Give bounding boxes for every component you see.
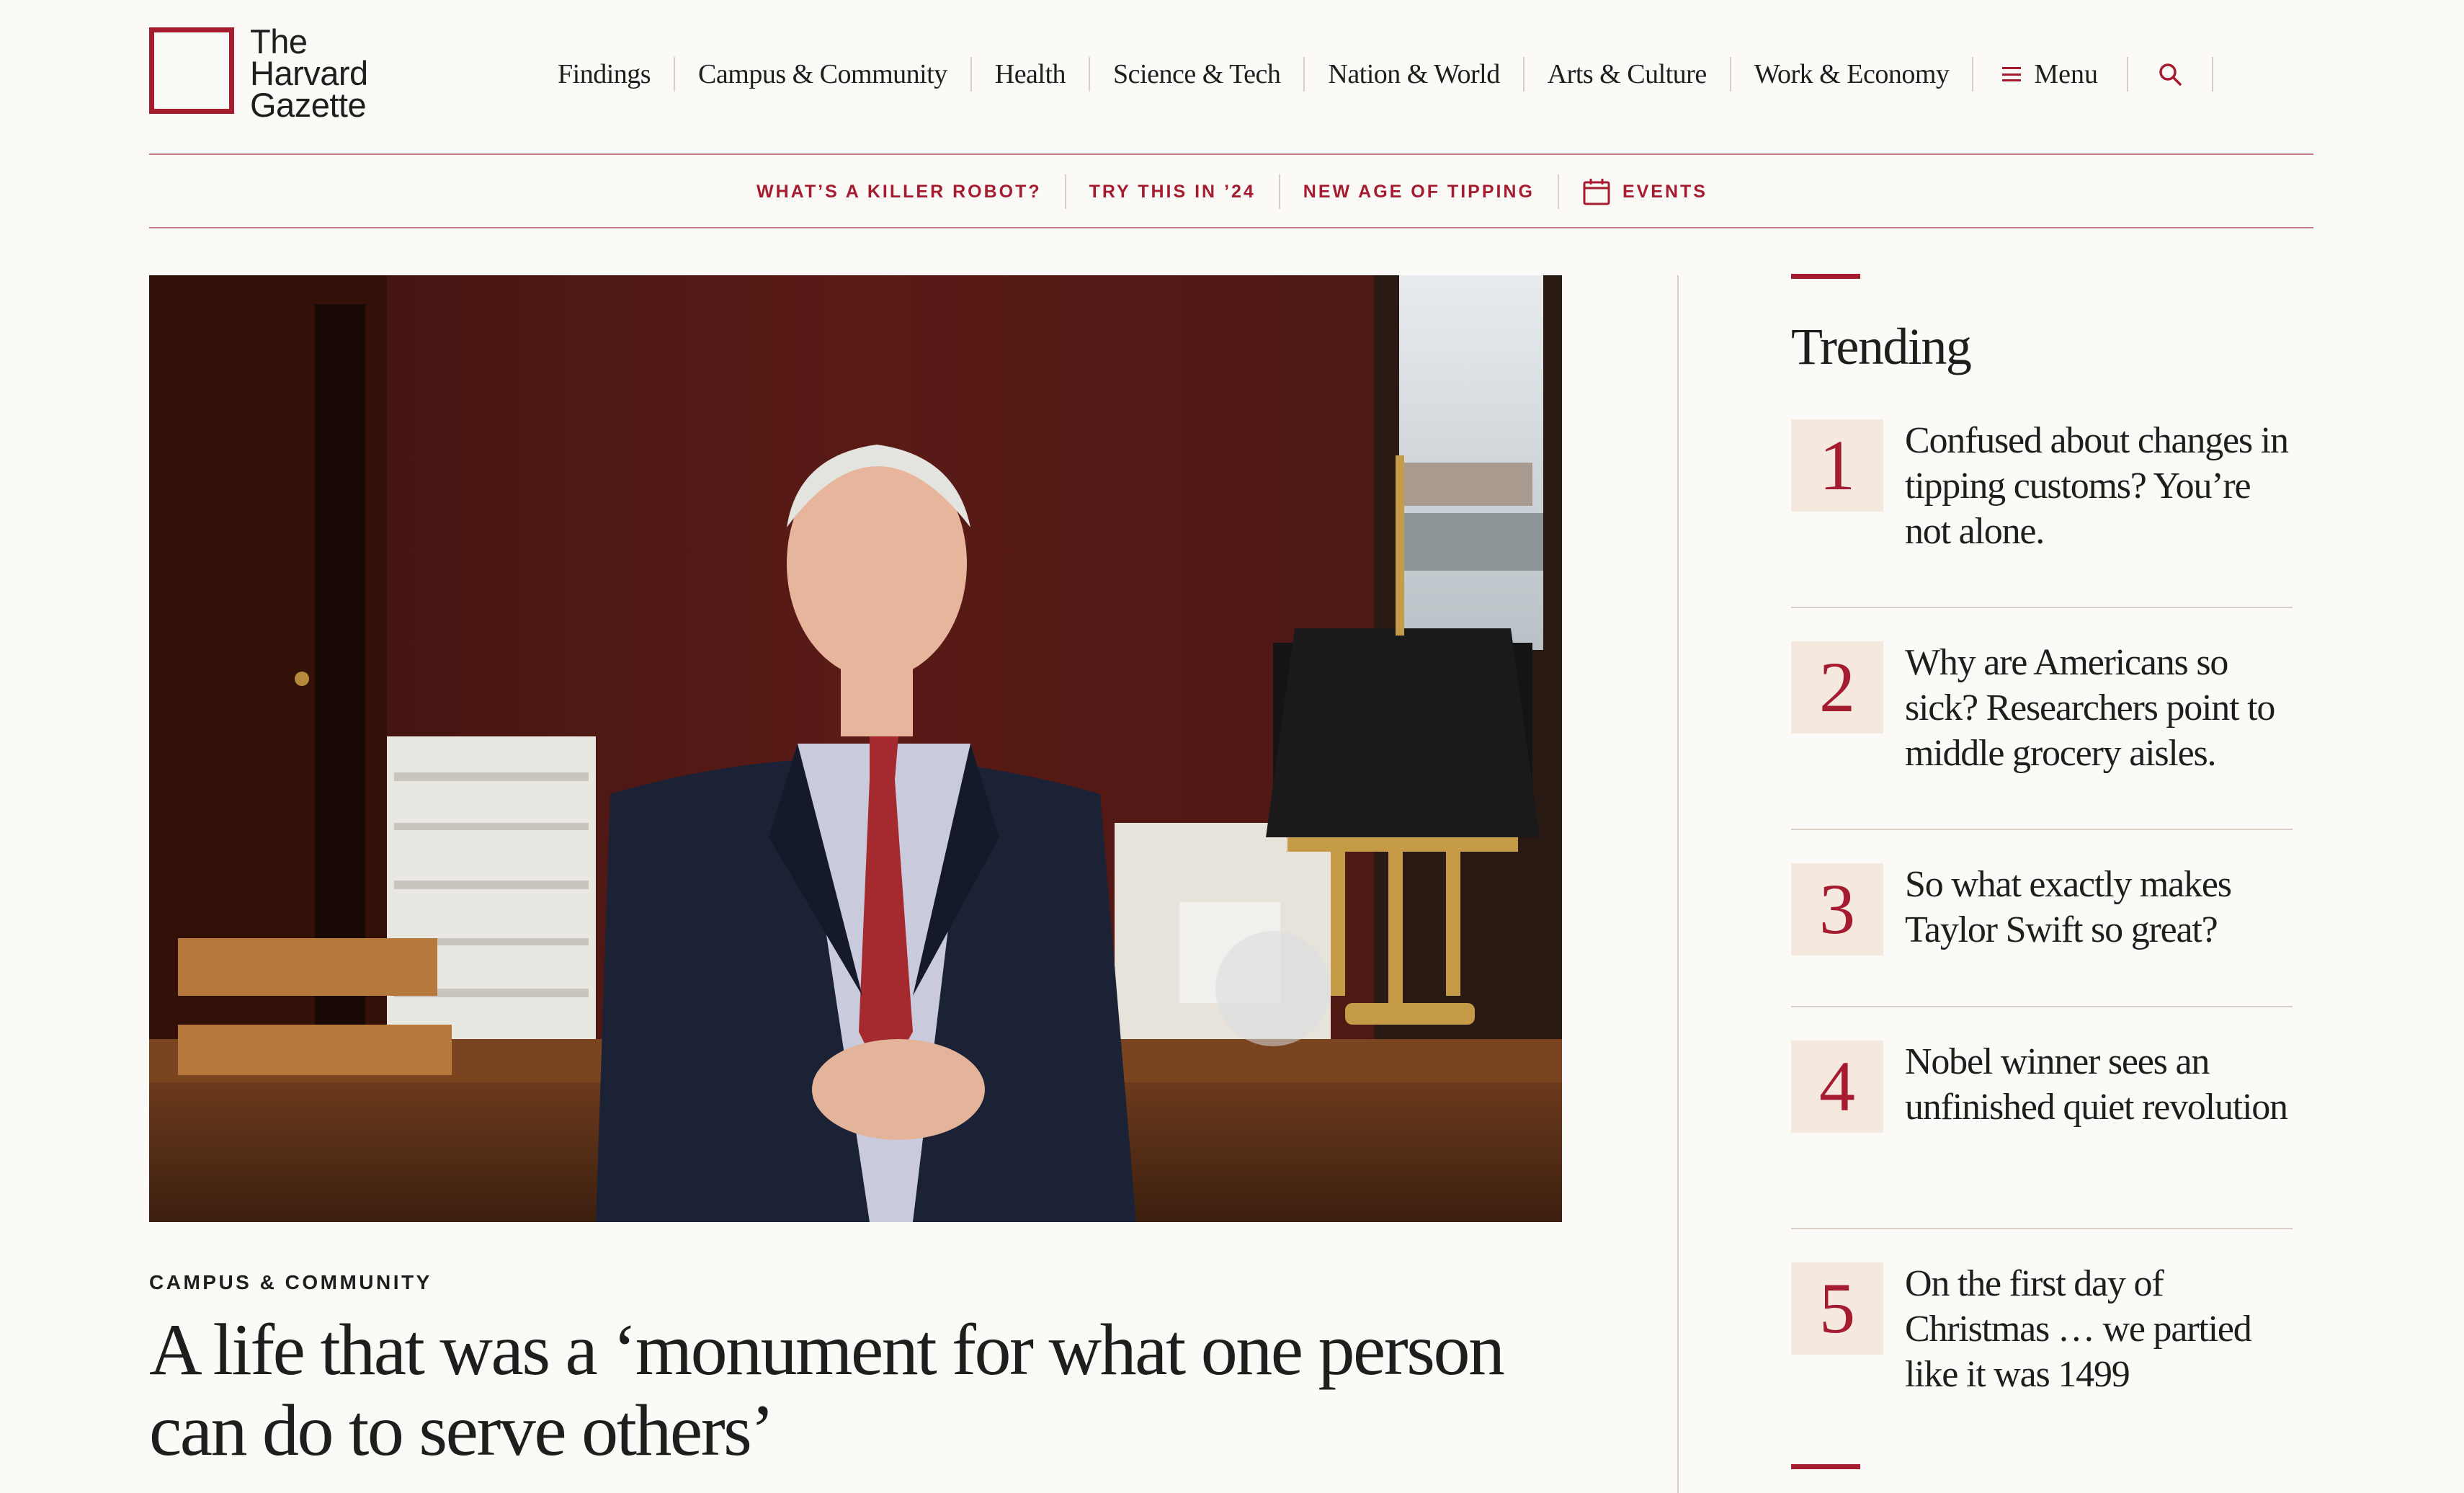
trending-number: 4 xyxy=(1791,1040,1883,1133)
subnav-item-events[interactable]: EVENTS xyxy=(1559,174,1731,209)
article-category[interactable]: CAMPUS & COMMUNITY xyxy=(149,1271,432,1294)
search-button[interactable] xyxy=(2128,57,2214,92)
trending-number: 3 xyxy=(1791,863,1883,955)
trending-accent-bar-bottom xyxy=(1791,1464,1860,1469)
trending-number: 2 xyxy=(1791,641,1883,734)
site-logo[interactable]: The Harvard Gazette xyxy=(149,22,368,124)
calendar-icon xyxy=(1583,179,1610,205)
hero-photo-illustration xyxy=(149,275,1562,1222)
trending-item[interactable]: 4 Nobel winner sees an unfinished quiet … xyxy=(1791,1007,2293,1229)
trending-item[interactable]: 1 Confused about changes in tipping cust… xyxy=(1791,419,2293,608)
column-divider xyxy=(1677,275,1679,1493)
trending-item-title[interactable]: Nobel winner sees an unfinished quiet re… xyxy=(1905,1039,2293,1130)
logo-wordmark: The Harvard Gazette xyxy=(250,22,368,124)
header-divider-bottom xyxy=(149,227,2313,228)
hero-photo[interactable] xyxy=(149,275,1562,1222)
trending-accent-bar xyxy=(1791,274,1860,279)
nav-item-findings[interactable]: Findings xyxy=(535,57,676,92)
subnav-item-try-this[interactable]: TRY THIS IN ’24 xyxy=(1066,174,1280,209)
nav-item-arts-culture[interactable]: Arts & Culture xyxy=(1525,57,1731,92)
subnav-item-tipping[interactable]: NEW AGE OF TIPPING xyxy=(1280,174,1559,209)
trending-item-title[interactable]: Confused about changes in tipping custom… xyxy=(1905,418,2293,554)
trending-number: 1 xyxy=(1791,419,1883,512)
trending-item-title[interactable]: So what exactly makes Taylor Swift so gr… xyxy=(1905,862,2293,953)
article-headline[interactable]: A life that was a ‘monument for what one… xyxy=(149,1310,1518,1471)
nav-item-work-economy[interactable]: Work & Economy xyxy=(1731,57,1974,92)
logo-line-2: Harvard xyxy=(250,54,368,92)
subnav-item-killer-robot[interactable]: WHAT’S A KILLER ROBOT? xyxy=(733,174,1066,209)
search-icon xyxy=(2159,63,2182,86)
logo-mark xyxy=(149,27,234,114)
trending-item-title[interactable]: On the first day of Christmas … we parti… xyxy=(1905,1261,2293,1397)
logo-line-3: Gazette xyxy=(250,86,367,124)
events-label: EVENTS xyxy=(1622,182,1708,202)
nav-item-campus-community[interactable]: Campus & Community xyxy=(675,57,972,92)
nav-item-nation-world[interactable]: Nation & World xyxy=(1305,57,1525,92)
trending-title: Trending xyxy=(1791,318,1972,375)
trending-list: 1 Confused about changes in tipping cust… xyxy=(1791,419,2293,1445)
nav-item-health[interactable]: Health xyxy=(972,57,1091,92)
trending-item[interactable]: 3 So what exactly makes Taylor Swift so … xyxy=(1791,830,2293,1007)
logo-line-1: The xyxy=(250,22,308,61)
nav-item-science-tech[interactable]: Science & Tech xyxy=(1090,57,1305,92)
trending-item[interactable]: 5 On the first day of Christmas … we par… xyxy=(1791,1229,2293,1445)
sub-nav: WHAT’S A KILLER ROBOT? TRY THIS IN ’24 N… xyxy=(0,171,2464,212)
trending-item[interactable]: 2 Why are Americans so sick? Researchers… xyxy=(1791,608,2293,830)
header-divider-top xyxy=(149,153,2313,155)
trending-number: 5 xyxy=(1791,1262,1883,1355)
trending-item-title[interactable]: Why are Americans so sick? Researchers p… xyxy=(1905,640,2293,776)
hamburger-icon xyxy=(2002,67,2022,81)
menu-button[interactable]: Menu xyxy=(1973,57,2129,92)
main-nav: Findings Campus & Community Health Scien… xyxy=(535,50,2214,98)
menu-label: Menu xyxy=(2034,59,2099,89)
